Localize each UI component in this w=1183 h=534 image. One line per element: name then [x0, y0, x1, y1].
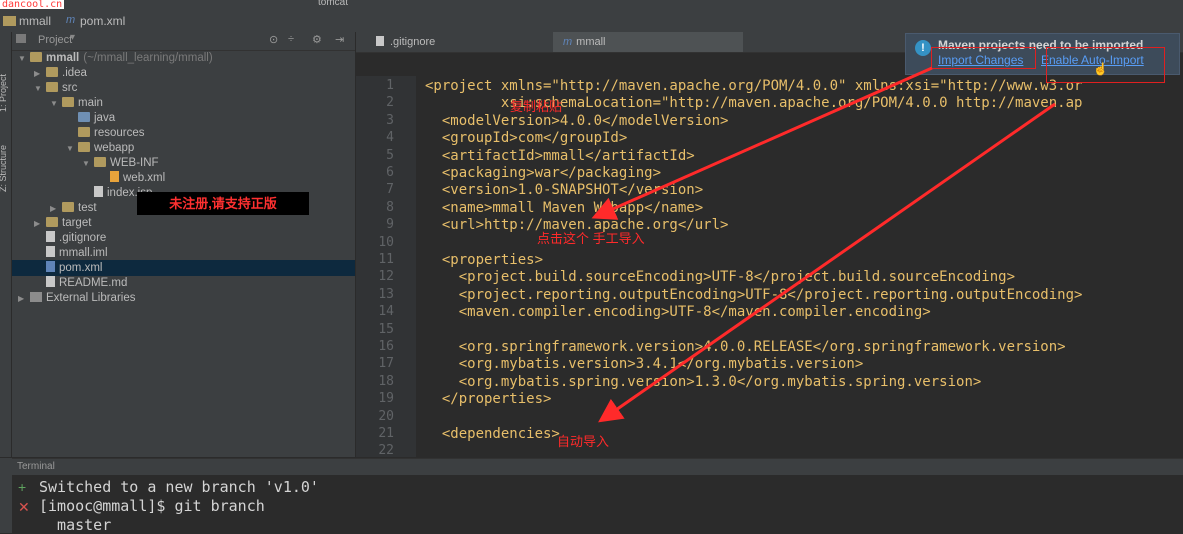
terminal-header: Terminal [12, 459, 1183, 475]
annotation-copy-paste: 复制粘贴 [510, 99, 563, 114]
terminal-panel: Terminal + ✕ Switched to a new branch 'v… [12, 458, 1183, 534]
terminal-line: Switched to a new branch 'v1.0' [39, 478, 319, 496]
terminal-side-strip [0, 458, 12, 533]
close-session-icon[interactable]: ✕ [18, 499, 30, 516]
annotation-manual-import: 点击这个 手工导入 [537, 231, 645, 246]
terminal-line: master [39, 516, 112, 534]
arrow-to-auto-import [598, 102, 1056, 423]
arrow-to-manual-import [591, 66, 933, 220]
terminal-line: [imooc@mmall]$ git branch [39, 497, 265, 515]
annotation-arrows [591, 66, 1056, 423]
new-session-icon[interactable]: + [18, 479, 26, 495]
annotation-auto-import: 自动导入 [557, 434, 610, 449]
